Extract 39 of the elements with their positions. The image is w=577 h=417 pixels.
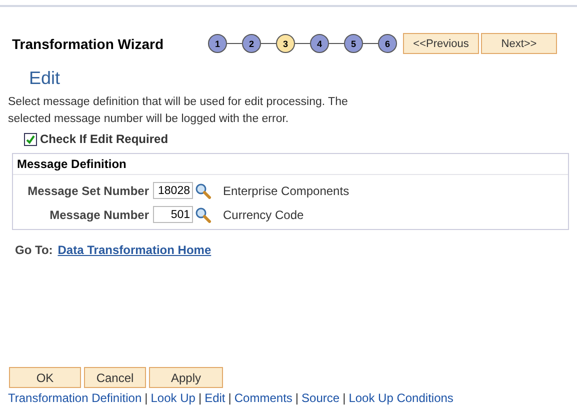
field-label: Message Set Number [26,184,150,198]
step-indicator[interactable]: 2 [242,34,261,53]
previous-button[interactable]: <<Previous [403,33,479,54]
field-description: Enterprise Components [223,184,350,198]
checkmark-icon [26,134,35,144]
checkbox[interactable] [24,132,37,146]
separator: | [228,391,232,405]
wizard-title: Transformation Wizard [12,36,165,52]
step-indicator[interactable]: 4 [310,34,329,53]
group-title: Message Definition [13,154,568,175]
action-button[interactable]: Apply [149,367,223,388]
field-description: Currency Code [223,208,305,222]
checkbox-label: Check If Edit Required [40,132,168,146]
footer-link[interactable]: Look Up [150,391,196,405]
step-indicator[interactable]: 1 [208,34,227,53]
search-icon[interactable] [195,206,211,222]
footer-link[interactable]: Comments [234,391,292,405]
goto-label: Go To: [15,243,53,257]
separator: | [342,391,346,405]
separator: | [198,391,202,405]
footer-link[interactable]: Look Up Conditions [348,391,454,405]
description-text: Select message definition that will be used for edit processing. The selected message number will be logged with the error. [8,95,349,127]
next-button[interactable]: Next>> [481,33,557,54]
field-label: Message Number [48,208,150,222]
home-link[interactable]: Data Transformation Home [58,243,212,257]
step-indicator[interactable]: 5 [344,34,363,53]
action-button[interactable]: Cancel [84,367,146,388]
footer-link[interactable]: Source [302,391,340,405]
step-indicator[interactable]: 6 [378,34,397,53]
input-field[interactable]: 501 [153,206,193,223]
footer-link[interactable]: Transformation Definition [8,391,142,405]
search-icon[interactable] [195,182,211,198]
separator: | [295,391,299,405]
footer-link[interactable]: Edit [204,391,226,405]
section-heading: Edit [29,68,62,89]
input-field[interactable]: 18028 [153,182,193,199]
action-button[interactable]: OK [9,367,81,388]
separator: | [144,391,148,405]
step-indicator[interactable]: 3 [276,34,295,53]
